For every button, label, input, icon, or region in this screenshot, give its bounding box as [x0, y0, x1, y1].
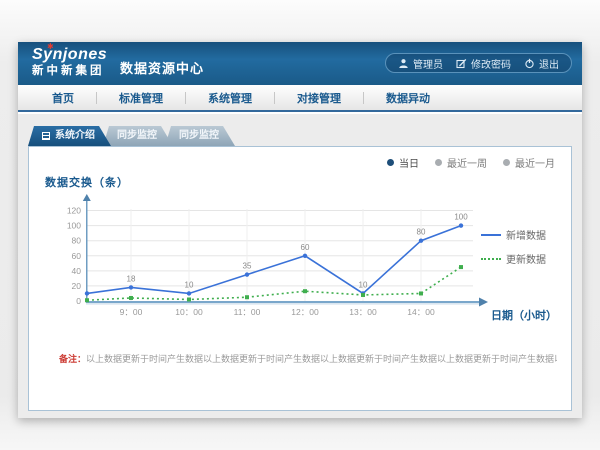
svg-text:60: 60 — [72, 251, 82, 261]
chart-panel: 当日 最近一周 最近一月 数据交换（条） 0 20 40 60 80 100 120 9：00 10… — [28, 146, 572, 411]
nav-item-0[interactable]: 首页 — [30, 85, 96, 110]
logout-label: 退出 — [539, 56, 559, 71]
svg-text:10: 10 — [185, 280, 194, 289]
x-axis-title: 日期（小时） — [491, 307, 557, 323]
filter-label: 当日 — [399, 155, 419, 170]
time-filter-1[interactable]: 最近一周 — [435, 155, 487, 170]
svg-text:0: 0 — [76, 296, 81, 306]
svg-text:20: 20 — [72, 281, 82, 291]
footnote-label: 备注： — [59, 354, 86, 364]
user-toolbar: 管理员 修改密码 退出 — [385, 53, 572, 73]
legend-item-1[interactable]: 更新数据 — [481, 251, 546, 266]
synjones-logo: ✱ Synjones 新中新集团 — [32, 47, 107, 78]
time-filter-group: 当日 最近一周 最近一月 — [387, 155, 555, 170]
tab-2[interactable]: 同步监控 — [165, 126, 235, 146]
filter-label: 最近一周 — [447, 155, 487, 170]
time-filter-2[interactable]: 最近一月 — [503, 155, 555, 170]
tab-label: 同步监控 — [117, 126, 157, 146]
logo-text-en: Synjones — [32, 47, 107, 63]
change-password-button[interactable]: 修改密码 — [456, 56, 511, 71]
app-header: ✱ Synjones 新中新集团 数据资源中心 管理员 修改密码 — [18, 42, 582, 85]
tab-grid-icon — [42, 132, 50, 140]
radio-icon — [435, 159, 442, 166]
svg-text:18: 18 — [127, 274, 136, 283]
svg-text:14：00: 14：00 — [407, 307, 435, 317]
svg-text:11：00: 11：00 — [234, 307, 261, 317]
svg-text:35: 35 — [243, 262, 252, 271]
logo-star-icon: ✱ — [47, 43, 54, 51]
current-user-label: 管理员 — [413, 56, 443, 71]
radio-icon — [387, 159, 394, 166]
nav-item-1[interactable]: 标准管理 — [97, 85, 185, 110]
tab-bar: 系统介绍 同步监控 同步监控 — [28, 126, 227, 146]
legend-item-0[interactable]: 新增数据 — [481, 227, 546, 242]
svg-text:40: 40 — [72, 266, 82, 276]
nav-item-3[interactable]: 对接管理 — [275, 85, 363, 110]
svg-text:10：00: 10：00 — [175, 307, 203, 317]
change-password-label: 修改密码 — [471, 56, 511, 71]
svg-text:13：00: 13：00 — [349, 307, 377, 317]
logo-text-cn: 新中新集团 — [32, 66, 107, 78]
legend-label: 更新数据 — [506, 251, 546, 266]
nav-item-2[interactable]: 系统管理 — [186, 85, 274, 110]
chart-legend: 新增数据更新数据 — [481, 227, 546, 266]
tab-label: 同步监控 — [179, 126, 219, 146]
app-window: ✱ Synjones 新中新集团 数据资源中心 管理员 修改密码 — [18, 42, 582, 418]
footnote-text: 以上数据更新于时间产生数据以上数据更新于时间产生数据以上数据更新于时间产生数据以… — [86, 354, 557, 364]
radio-icon — [503, 159, 510, 166]
filter-label: 最近一月 — [515, 155, 555, 170]
tab-label: 系统介绍 — [55, 126, 95, 146]
app-title: 数据资源中心 — [120, 58, 204, 77]
svg-text:10: 10 — [359, 280, 368, 289]
svg-text:80: 80 — [72, 236, 82, 246]
power-icon — [524, 58, 535, 69]
legend-label: 新增数据 — [506, 227, 546, 242]
svg-text:12：00: 12：00 — [291, 307, 319, 317]
edit-icon — [456, 58, 467, 69]
y-axis-title: 数据交换（条） — [45, 174, 129, 190]
svg-text:100: 100 — [67, 221, 81, 231]
svg-text:60: 60 — [301, 243, 310, 252]
svg-text:100: 100 — [454, 213, 468, 222]
svg-text:120: 120 — [67, 206, 81, 216]
current-user-button[interactable]: 管理员 — [398, 56, 443, 71]
content-area: 系统介绍 同步监控 同步监控 当日 最近一周 最近一月 数据交换（条） 0 20 40 60 8… — [18, 114, 582, 418]
svg-text:9：00: 9：00 — [120, 307, 143, 317]
legend-swatch — [481, 258, 501, 260]
line-chart: 0 20 40 60 80 100 120 9：00 10：00 11：00 12：00 13：00 1… — [41, 189, 511, 334]
svg-text:80: 80 — [417, 228, 426, 237]
logout-button[interactable]: 退出 — [524, 56, 559, 71]
legend-swatch — [481, 234, 501, 236]
tab-1[interactable]: 同步监控 — [103, 126, 173, 146]
user-icon — [398, 58, 409, 69]
time-filter-0[interactable]: 当日 — [387, 155, 419, 170]
main-nav: 首页标准管理系统管理对接管理数据异动 — [18, 85, 582, 112]
tab-0[interactable]: 系统介绍 — [28, 126, 111, 146]
nav-item-4[interactable]: 数据异动 — [364, 85, 452, 110]
footnote: 备注：以上数据更新于时间产生数据以上数据更新于时间产生数据以上数据更新于时间产生… — [59, 352, 557, 365]
